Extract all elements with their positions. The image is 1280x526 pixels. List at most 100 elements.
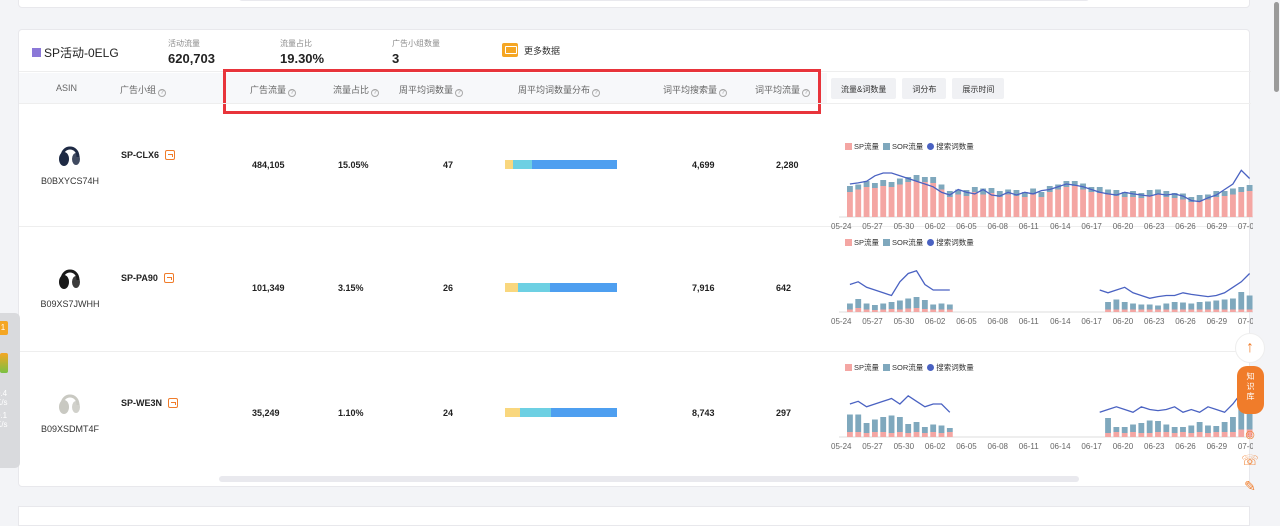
sp-bar bbox=[921, 182, 928, 217]
sp-bar bbox=[1221, 432, 1228, 437]
open-link-icon[interactable] bbox=[168, 398, 179, 408]
sor-bar bbox=[1138, 304, 1145, 310]
sor-bar bbox=[847, 186, 853, 192]
ad-traffic-value: 484,105 bbox=[252, 160, 285, 170]
sp-bar bbox=[1213, 309, 1220, 312]
tab-traffic-kw[interactable]: 流量&词数量 bbox=[831, 78, 897, 99]
sor-bar bbox=[1196, 302, 1203, 310]
x-tick-label: 06-02 bbox=[925, 317, 946, 326]
sor-bar bbox=[1205, 425, 1211, 433]
campaign-card: SP活动-0ELG 活动流量 620,703 流量占比 19.30% 广告小组数量 3… bbox=[18, 29, 1253, 487]
kw-line bbox=[849, 392, 1250, 414]
header-avg-search[interactable]: 词平均搜索量? bbox=[663, 83, 728, 97]
header-traffic-share[interactable]: 流量占比? bbox=[333, 83, 380, 97]
traffic-kw-chart[interactable]: 05-24 05-27 05-30 06-02 06-05 06-08 06-11 06-14… bbox=[829, 373, 1253, 453]
distribution-segment bbox=[550, 408, 617, 417]
kw-distribution-bar[interactable] bbox=[505, 408, 617, 417]
sp-bar bbox=[946, 197, 953, 217]
x-tick-label: 05-30 bbox=[894, 222, 915, 231]
table-header: ASIN 广告小组? 广告流量? 流量占比? 周平均词数量? 周平均词数量分布?… bbox=[19, 73, 827, 103]
sp-bar bbox=[1113, 196, 1120, 217]
sp-bar bbox=[1163, 432, 1170, 437]
traffic-kw-chart[interactable]: 05-24 05-27 05-30 06-02 06-05 06-08 06-11 06-14… bbox=[829, 248, 1253, 328]
sp-bar bbox=[1171, 198, 1178, 217]
avg-search-value: 4,699 bbox=[692, 160, 715, 170]
page-scrollbar-thumb[interactable] bbox=[1274, 2, 1279, 92]
campaign-title[interactable]: SP活动-0ELG bbox=[32, 44, 119, 61]
header-ad-group[interactable]: 广告小组? bbox=[120, 83, 167, 97]
sp-bar bbox=[913, 432, 920, 437]
feedback-icon[interactable]: ✎ bbox=[1241, 478, 1259, 496]
legend-swatch bbox=[845, 364, 852, 371]
product-image[interactable] bbox=[57, 387, 83, 415]
traffic-share-value: 15.05% bbox=[338, 160, 369, 170]
product-image[interactable] bbox=[57, 262, 83, 290]
sp-bar bbox=[1163, 309, 1170, 312]
sor-bar bbox=[1146, 304, 1153, 310]
legend-sp: SP流量 bbox=[854, 142, 880, 151]
avg-traffic-value: 642 bbox=[776, 283, 792, 293]
ad-group-link[interactable]: SP-CLX6 bbox=[121, 150, 176, 160]
table-horizontal-scrollbar[interactable] bbox=[219, 476, 1079, 482]
header-ad-traffic[interactable]: 广告流量? bbox=[250, 83, 297, 97]
x-tick-label: 06-20 bbox=[1113, 222, 1134, 231]
sp-bar bbox=[863, 433, 870, 437]
sp-bar bbox=[963, 196, 970, 217]
x-tick-label: 05-24 bbox=[831, 317, 852, 326]
header-avg-traffic[interactable]: 词平均流量? bbox=[755, 83, 811, 97]
sor-bar bbox=[1155, 421, 1161, 432]
sp-bar bbox=[905, 182, 912, 217]
sp-bar bbox=[847, 192, 853, 217]
help-icon: ? bbox=[455, 89, 464, 97]
legend-swatch bbox=[927, 143, 935, 150]
open-link-icon[interactable] bbox=[165, 150, 176, 160]
sp-bar bbox=[1196, 309, 1203, 312]
kw-distribution-bar[interactable] bbox=[505, 283, 617, 292]
sp-bar bbox=[1163, 197, 1170, 217]
legend-sp: SP流量 bbox=[854, 238, 880, 247]
sp-bar bbox=[1121, 197, 1128, 217]
header-weekly-kw[interactable]: 周平均词数量? bbox=[399, 83, 464, 97]
sor-bar bbox=[1221, 191, 1228, 196]
traffic-kw-chart[interactable]: 05-24 05-27 05-30 06-02 06-05 06-08 06-11 06-14… bbox=[829, 153, 1253, 233]
knowledge-base-button[interactable]: 知识库 bbox=[1237, 366, 1264, 414]
sp-bar bbox=[1130, 432, 1136, 437]
asin-value[interactable]: B0BXYCS74H bbox=[35, 176, 105, 186]
header-weekly-kw-dist[interactable]: 周平均词数量分布? bbox=[518, 83, 601, 97]
ad-group-link[interactable]: SP-WE3N bbox=[121, 398, 179, 408]
sor-bar bbox=[1180, 302, 1186, 310]
sor-bar bbox=[1130, 303, 1136, 310]
asin-value[interactable]: B09XSDMT4F bbox=[35, 424, 105, 434]
x-tick-label: 06-29 bbox=[1207, 317, 1228, 326]
product-image[interactable] bbox=[57, 139, 83, 167]
help-icon: ? bbox=[158, 89, 167, 97]
avg-search-value: 7,916 bbox=[692, 283, 715, 293]
horizontal-scrollbar[interactable] bbox=[239, 0, 1089, 1]
distribution-segment bbox=[505, 408, 520, 417]
sor-bar bbox=[888, 415, 895, 433]
chat-icon[interactable]: ☏ bbox=[1241, 452, 1259, 470]
sp-bar bbox=[863, 187, 870, 217]
tab-display-time[interactable]: 展示时间 bbox=[952, 78, 1005, 99]
back-to-top-icon[interactable]: ↑ bbox=[1235, 333, 1265, 363]
tab-kw-distribution[interactable]: 词分布 bbox=[902, 78, 947, 99]
sor-bar bbox=[988, 188, 995, 193]
floating-monitor-panel[interactable]: 1 0.4K/s 0.1K/s bbox=[0, 313, 20, 468]
service-icon[interactable]: ☺ bbox=[1241, 426, 1259, 444]
sp-bar bbox=[1146, 433, 1153, 437]
sp-bar bbox=[988, 193, 995, 217]
sp-bar bbox=[871, 188, 878, 217]
x-tick-label: 06-23 bbox=[1144, 442, 1165, 451]
sor-bar bbox=[855, 414, 862, 432]
x-tick-label: 05-24 bbox=[831, 442, 852, 451]
legend-kw: 搜索词数量 bbox=[936, 238, 974, 247]
help-icon: ? bbox=[802, 89, 811, 97]
ad-group-link[interactable]: SP-PA90 bbox=[121, 273, 174, 283]
kw-distribution-bar[interactable] bbox=[505, 160, 617, 169]
sor-bar bbox=[1188, 425, 1195, 433]
x-tick-label: 06-29 bbox=[1207, 442, 1228, 451]
asin-value[interactable]: B09XS7JWHH bbox=[35, 299, 105, 309]
open-link-icon[interactable] bbox=[163, 273, 174, 283]
more-data-button[interactable]: 更多数据 bbox=[502, 43, 560, 57]
sp-bar bbox=[913, 308, 920, 312]
